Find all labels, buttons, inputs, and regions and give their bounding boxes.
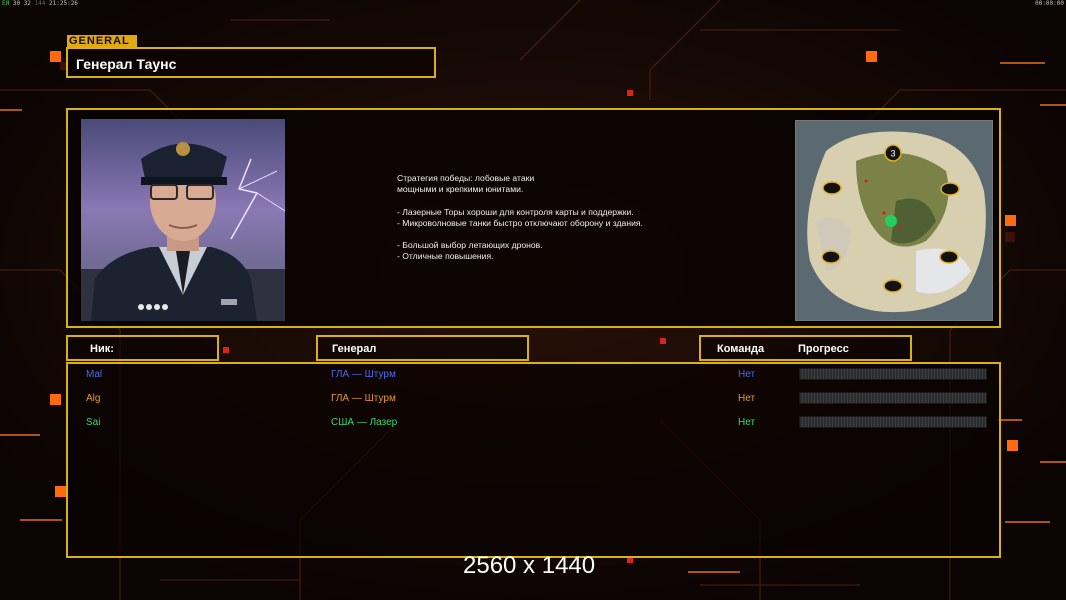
general-info-panel: Стратегия победы: лобовые атаки мощными …: [66, 108, 1001, 328]
nick-column-header: Ник:: [66, 335, 219, 361]
player-progress-bar: [799, 416, 987, 428]
description-line: [397, 229, 757, 240]
general-portrait: [81, 119, 285, 321]
status-values: 30 32: [12, 0, 31, 7]
players-panel: Mal ГЛА — Штурм Нет Alg ГЛА — Штурм Нет …: [66, 362, 1001, 558]
team-header-label: Команда: [717, 343, 765, 355]
description-line: [397, 195, 757, 206]
player-progress-bar: [799, 392, 987, 404]
status-prefix: ЕЯ: [2, 0, 10, 7]
description-line: Стратегия победы: лобовые атаки: [397, 173, 535, 183]
player-general[interactable]: ГЛА — Штурм: [331, 393, 396, 404]
general-description: Стратегия победы: лобовые атаки мощными …: [397, 173, 757, 263]
status-dim-value: 144: [34, 0, 46, 7]
player-nick: Mal: [86, 369, 103, 380]
status-time: 21:25:26: [49, 0, 78, 7]
player-row[interactable]: Sai США — Лазер Нет: [68, 413, 999, 433]
player-row[interactable]: Mal ГЛА — Штурм Нет: [68, 365, 999, 385]
progress-header-label: Прогресс: [798, 343, 849, 355]
player-row[interactable]: Alg ГЛА — Штурм Нет: [68, 389, 999, 409]
general-name: Генерал Таунс: [76, 56, 177, 72]
map-preview: 3: [795, 120, 993, 321]
player-general[interactable]: США — Лазер: [331, 417, 397, 428]
general-header-label: Генерал: [332, 343, 377, 355]
player-team[interactable]: Нет: [738, 417, 755, 428]
description-line: - Микроволновые танки быстро отключают о…: [397, 217, 643, 228]
player-nick: Sai: [86, 417, 101, 428]
description-line: - Отличные повышения.: [397, 251, 494, 262]
player-team[interactable]: Нет: [738, 369, 755, 380]
player-team[interactable]: Нет: [738, 393, 755, 404]
player-progress-bar: [799, 368, 987, 380]
team-progress-column-header: Команда Прогресс: [699, 335, 912, 361]
status-bar-right: 00:00:00: [1035, 0, 1064, 7]
general-name-box: Генерал Таунс: [66, 47, 436, 78]
general-tag: GENERAL: [67, 35, 137, 47]
resolution-overlay: 2560 x 1440: [463, 552, 596, 579]
description-line: - Лазерные Торы хороши для контроля карт…: [397, 206, 634, 217]
player-nick: Alg: [86, 393, 101, 404]
description-line: мощными и крепкими юнитами.: [397, 184, 524, 195]
player-general[interactable]: ГЛА — Штурм: [331, 369, 396, 380]
status-bar-left: ЕЯ 30 32 144 21:25:26: [2, 0, 78, 7]
map-start-marker: 3: [890, 149, 895, 159]
general-column-header: Генерал: [316, 335, 529, 361]
description-line: - Большой выбор летающих дронов.: [397, 240, 543, 251]
nick-header-label: Ник:: [90, 343, 114, 355]
